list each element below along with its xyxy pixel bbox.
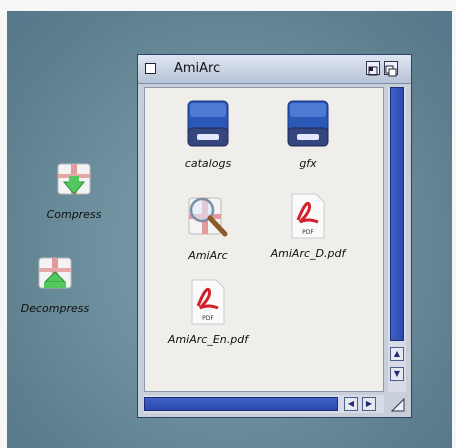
arrow-up-icon: ▲	[393, 349, 401, 358]
zoom-icon	[368, 66, 378, 76]
drawer-icon	[187, 100, 229, 147]
depth-icon	[385, 65, 397, 77]
file-label: AmiArc	[188, 249, 228, 262]
file-gfx[interactable]: gfx	[253, 98, 363, 170]
file-amiarc[interactable]: AmiArc	[153, 192, 263, 262]
file-label: AmiArc_En.pdf	[167, 333, 249, 346]
zoom-gadget[interactable]	[366, 61, 380, 76]
magnifier-tool-icon	[188, 197, 228, 237]
close-gadget[interactable]	[145, 63, 156, 74]
arrow-left-icon: ◀	[347, 399, 355, 408]
resize-gadget[interactable]	[390, 395, 406, 413]
horizontal-scroll-thumb[interactable]	[144, 397, 338, 411]
file-label: gfx	[299, 157, 317, 170]
file-amiarc-en-pdf[interactable]: PDF AmiArc_En.pdf	[153, 278, 263, 346]
arrow-down-icon: ▼	[393, 369, 401, 378]
desktop-icon-decompress[interactable]: Decompress	[5, 252, 105, 315]
file-catalogs[interactable]: catalogs	[153, 98, 263, 170]
pdf-badge-text: PDF	[202, 315, 214, 322]
desktop-icon-compress[interactable]: Compress	[24, 158, 124, 221]
pdf-icon: PDF	[191, 279, 225, 325]
desktop-icon-label: Decompress	[20, 302, 90, 315]
window-titlebar[interactable]: AmiArc	[138, 55, 411, 84]
vertical-scroll-thumb[interactable]	[390, 87, 404, 341]
depth-gadget[interactable]	[384, 61, 398, 77]
window-title: AmiArc	[174, 61, 221, 76]
scroll-left-button[interactable]: ◀	[344, 397, 358, 411]
pdf-badge-text: PDF	[302, 229, 314, 236]
scroll-down-button[interactable]: ▼	[390, 367, 404, 381]
file-label: AmiArc_D.pdf	[270, 247, 346, 260]
file-label: catalogs	[184, 157, 232, 170]
drawer-icon	[287, 100, 329, 147]
package-compress-icon	[57, 163, 91, 195]
horizontal-scrollbar[interactable]: ◀ ▶	[144, 395, 384, 413]
scroll-right-button[interactable]: ▶	[362, 397, 376, 411]
vertical-scrollbar[interactable]: ▲ ▼	[388, 87, 406, 392]
amiarc-window[interactable]: AmiArc catalogs gfx AmiArc PDF AmiArc_D.…	[137, 54, 412, 418]
scroll-up-button[interactable]: ▲	[390, 347, 404, 361]
package-decompress-icon	[38, 257, 72, 289]
file-area[interactable]: catalogs gfx AmiArc PDF AmiArc_D.pdf PDF…	[144, 87, 384, 392]
desktop-icon-label: Compress	[46, 208, 102, 221]
arrow-right-icon: ▶	[365, 399, 373, 408]
pdf-icon: PDF	[291, 193, 325, 239]
file-amiarc-d-pdf[interactable]: PDF AmiArc_D.pdf	[253, 192, 363, 260]
